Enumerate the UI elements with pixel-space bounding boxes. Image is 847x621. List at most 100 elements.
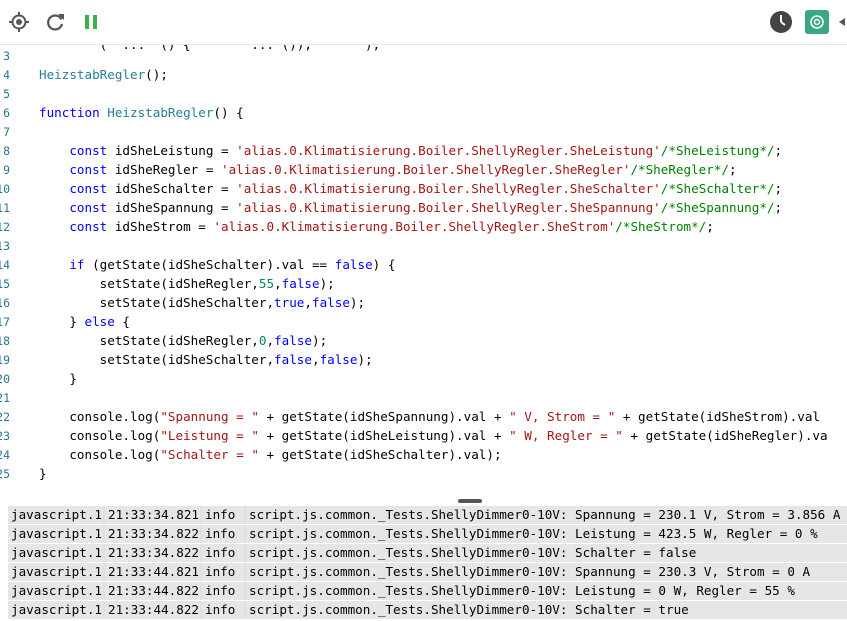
code-token: false [274,333,312,348]
code-token: 55 [258,276,275,291]
code-line[interactable]: 9 const idSheRegler = 'alias.0.Klimatisi… [0,160,847,179]
code-token: false [311,295,350,310]
code-line[interactable]: 4 HeizstabRegler(); [0,65,847,84]
code-token: /*SheRegler*/ [630,162,730,177]
code-line[interactable]: 23 console.log("Leistung = " + getState(… [0,426,847,445]
code-editor[interactable]: ( ... () { ... ()), ); 34HeizstabRegler(… [0,45,847,490]
log-message: script.js.common._Tests.ShellyDimmer0-10… [246,563,847,581]
code-token: 'alias.0.Klimatisierung.Boiler.ShellyReg… [213,219,616,234]
code-line[interactable]: 17 } else { [0,312,847,331]
code-token: , [274,276,282,291]
code-line[interactable]: 12 const idSheStrom = 'alias.0.Klimatisi… [0,217,847,236]
code-text: const idSheSchalter = 'alias.0.Klimatisi… [39,179,782,198]
code-line[interactable]: 18 setState(idSheRegler,0,false); [0,331,847,350]
code-token: "Spannung = " [160,409,259,424]
code-token: ); [312,333,328,348]
log-message: script.js.common._Tests.ShellyDimmer0-10… [246,544,847,562]
code-token: ; [774,200,783,215]
code-token: idSheLeistung = [107,143,237,158]
code-line[interactable]: 8 const idSheLeistung = 'alias.0.Klimati… [0,141,847,160]
code-token: /*SheSchalter*/ [660,181,775,196]
log-source: javascript.1 [8,544,103,562]
code-text: console.log("Leistung = " + getState(idS… [39,426,828,445]
log-row[interactable]: javascript.1 21:33:34.822 info script.js.co… [8,544,847,562]
log-level: info [202,544,244,562]
log-level: info [202,582,244,600]
log-source: javascript.1 [8,525,103,543]
pause-icon[interactable] [78,9,104,35]
line-number: 12 [0,220,10,234]
code-line[interactable]: 19 setState(idSheSchalter,false,false); [0,350,847,369]
code-token: , [266,333,275,348]
code-token: ); [319,276,335,291]
code-line[interactable]: 3 [0,46,847,65]
splitter-handle[interactable] [458,499,482,503]
line-number: 16 [0,296,10,310]
log-row[interactable]: javascript.1 21:33:34.821 info script.js.co… [8,506,847,524]
log-level: info [202,525,244,543]
log-row[interactable]: javascript.1 21:33:34.822 info script.js.co… [8,525,847,543]
line-number: 7 [3,125,10,139]
clock-icon[interactable] [768,9,794,35]
code-token: ) { [372,257,396,272]
code-line[interactable]: 21 [0,388,847,407]
line-number: 10 [0,182,10,196]
code-token: (); [145,67,168,82]
code-line[interactable]: 5 [0,84,847,103]
code-token: + getState(idSheRegler).va [622,428,828,443]
code-token: if [69,257,85,272]
code-token: , [304,295,312,310]
line-number: 21 [0,391,10,405]
code-line[interactable]: 25} [0,464,847,483]
log-time: 21:33:34.822 [105,544,200,562]
chatgpt-icon[interactable] [804,9,830,35]
log-source: javascript.1 [8,601,103,619]
code-line[interactable]: 11 const idSheSpannung = 'alias.0.Klimat… [0,198,847,217]
code-line[interactable]: 22 console.log("Spannung = " + getState(… [0,407,847,426]
code-text: function HeizstabRegler() { [39,103,244,122]
code-line[interactable]: 6 function HeizstabRegler() { [0,103,847,122]
code-token: "Leistung = " [160,428,259,443]
locate-icon[interactable] [6,9,32,35]
code-token: } [39,466,47,481]
code-text: } [39,369,77,388]
code-token: const [69,181,108,196]
code-line[interactable]: 10 const idSheSchalter = 'alias.0.Klimat… [0,179,847,198]
toolbar [0,0,847,45]
code-line[interactable]: 15 setState(idSheRegler,55,false); [0,274,847,293]
line-number: 15 [0,277,10,291]
code-token: { [114,314,131,329]
log-level: info [202,601,244,619]
reload-icon[interactable] [42,9,68,35]
log-row[interactable]: javascript.1 21:33:44.822 info script.js.co… [8,601,847,619]
log-row[interactable]: javascript.1 21:33:44.821 info script.js.co… [8,563,847,581]
code-token: HeizstabRegler [39,67,146,82]
code-line[interactable]: 16 setState(idSheSchalter,true,false); [0,293,847,312]
code-token: /*SheStrom*/ [615,219,707,234]
line-number: 6 [3,106,10,120]
code-token: idSheRegler = [107,162,221,177]
log-row[interactable]: javascript.1 21:33:44.822 info script.js.co… [8,582,847,600]
code-line[interactable]: 20 } [0,369,847,388]
code-line[interactable]: 13 [0,236,847,255]
line-number: 8 [3,144,10,158]
log-source: javascript.1 [8,582,103,600]
line-number: 18 [0,334,10,348]
code-line[interactable]: 14 if (getState(idSheSchalter).val == fa… [0,255,847,274]
line-number: 3 [3,49,10,63]
code-line[interactable]: 7 [0,122,847,141]
caret-left-icon[interactable] [836,9,847,35]
code-text: setState(idSheSchalter,false,false); [39,350,373,369]
code-token: + getState(idSheStrom).val [615,409,820,424]
code-line[interactable]: 24 console.log("Schalter = " + getState(… [0,445,847,464]
line-number: 17 [0,315,10,329]
log-time: 21:33:44.822 [105,601,200,619]
code-text: const idSheRegler = 'alias.0.Klimatisier… [39,160,736,179]
log-message: script.js.common._Tests.ShellyDimmer0-10… [246,506,847,524]
code-token: + getState(idSheSchalter).val); [258,447,502,462]
code-token: setState(idSheSchalter, [39,295,275,310]
